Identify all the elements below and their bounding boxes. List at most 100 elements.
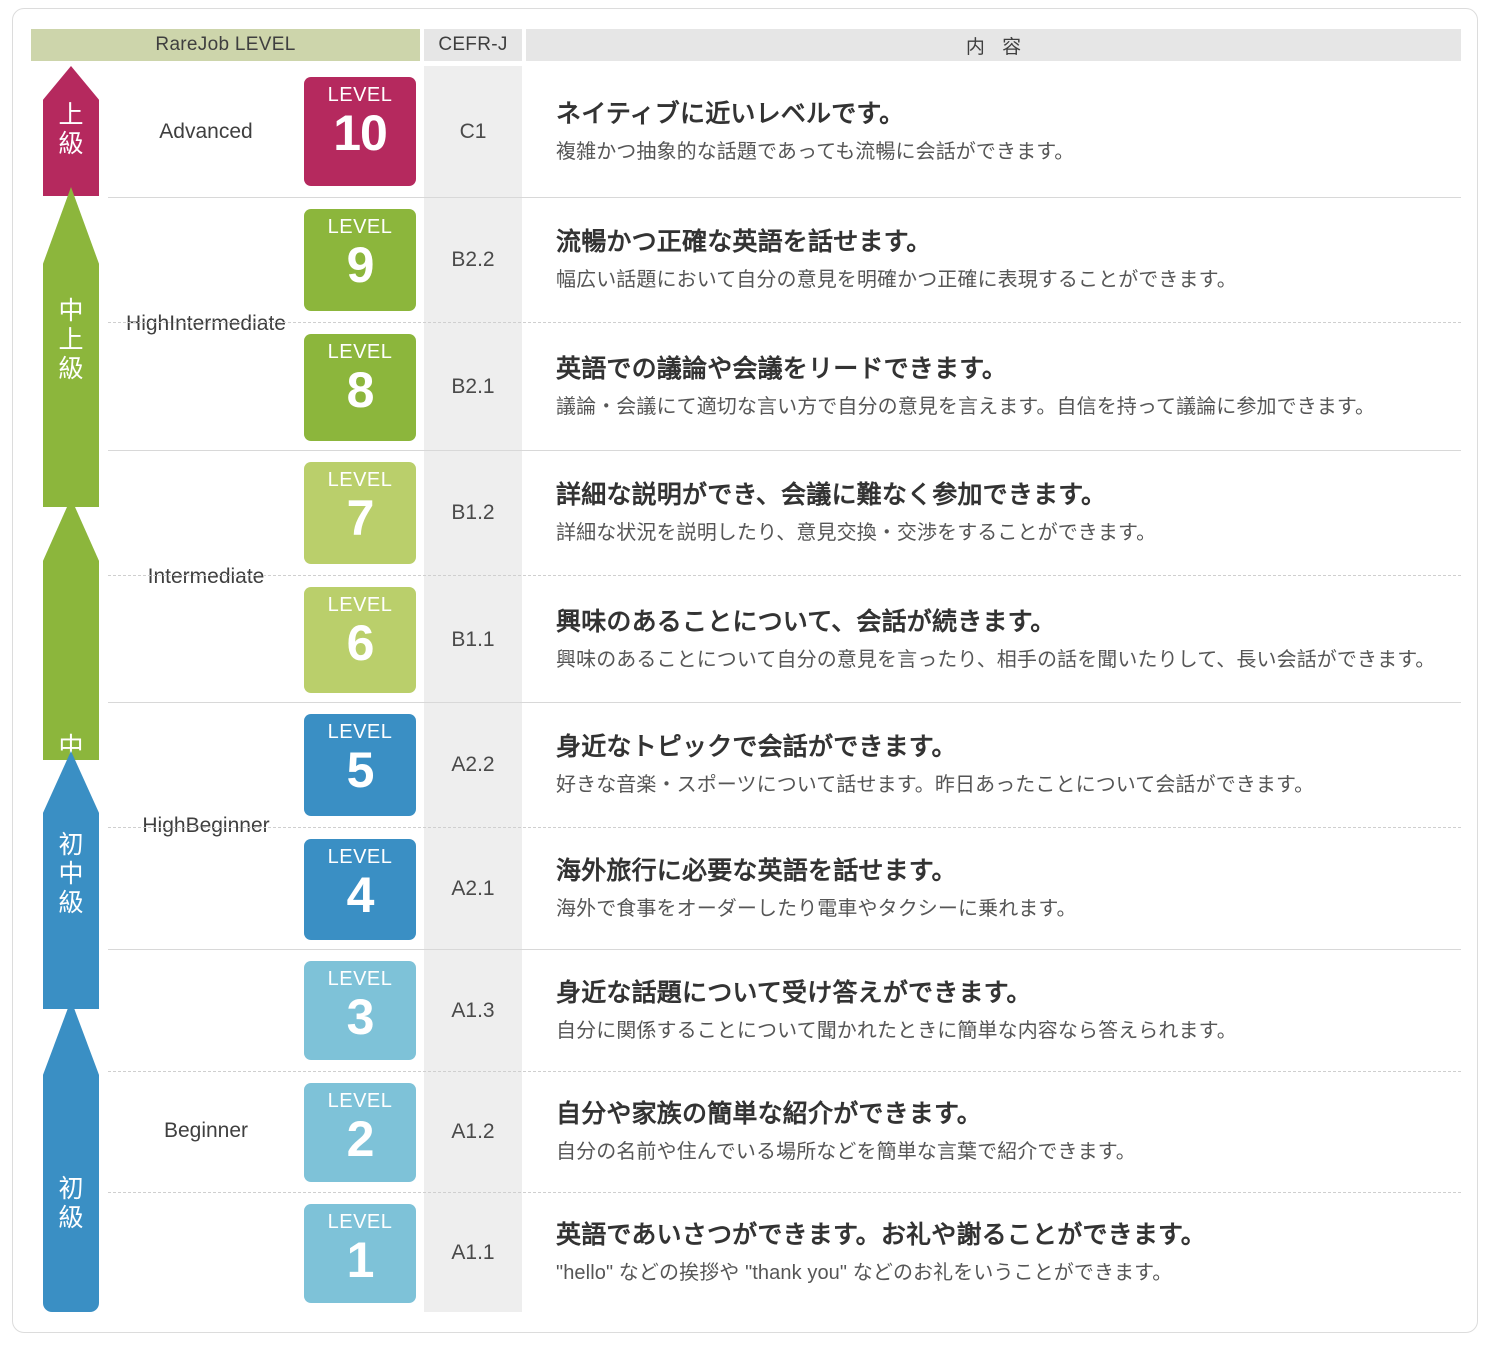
content-cell: 英語での議論や会議をリードできます。議論・会議にて適切な言い方で自分の意見を言え… [526, 323, 1461, 451]
rail-segment-intermediate: 中級 [43, 498, 99, 790]
table-row: LEVEL 1 A1.1 英語であいさつができます。お礼や謝ることができます。 "hel… [108, 1192, 1461, 1313]
table-header-row: RareJob LEVEL CEFR-J 内 容 [13, 9, 1477, 67]
table-row: LEVEL 6 B1.1 興味のあることについて、会話が続きます。 興味のあることについ… [108, 575, 1461, 703]
column-header-cefr-j: CEFR-J [424, 29, 522, 61]
table-row: LEVEL 7 B1.2 詳細な説明ができ、会議に難なく参加できます。詳細な状況を説明… [108, 451, 1461, 575]
content-cell: 英語であいさつができます。お礼や謝ることができます。 "hello" などの挨拶や… [526, 1193, 1461, 1313]
level-badge-word: LEVEL [327, 846, 393, 868]
level-badge-number: 10 [333, 105, 388, 161]
content-title: 自分や家族の簡単な紹介ができます。 [556, 1100, 982, 1128]
level-group-intermediate: Intermediate LEVEL 7 B1.2 詳細な説明ができ、会議に難なく参加で… [108, 450, 1461, 702]
content-description: 詳細な状況を説明したり、意見交換・交渉をすることができます。 [556, 522, 1157, 544]
level-badge-word: LEVEL [327, 968, 393, 990]
content-description: 幅広い話題において自分の意見を明確かつ正確に表現することができます。 [556, 269, 1237, 291]
content-description: 議論・会議にて適切な言い方で自分の意見を言えます。自信を持って議論に参加できます… [556, 396, 1376, 418]
level-badge-number: 5 [346, 742, 375, 798]
cefr-value: A2.1 [451, 877, 495, 900]
content-title: 流暢かつ正確な英語を話せます。 [556, 228, 932, 256]
cefr-value: B1.2 [451, 501, 495, 524]
level-badge-number: 2 [346, 1111, 375, 1167]
level-badge-number: 8 [346, 362, 375, 418]
rail-segment-beginner: 初級 [43, 1000, 99, 1312]
cefr-value: A1.3 [451, 998, 495, 1022]
content-description: 好きな音楽・スポーツについて話せます。昨日あったことについて会話ができます。 [556, 774, 1315, 796]
level-badge-7[interactable]: LEVEL 7 [304, 462, 416, 564]
level-group-advanced: Advanced LEVEL 10 C1 ネイティブに近いレベルです。 複雑かつ抽象的な話… [108, 66, 1461, 197]
level-badge-3[interactable]: LEVEL 3 [304, 961, 416, 1060]
cefr-value: B2.1 [451, 375, 495, 398]
level-badge-word: LEVEL [327, 469, 393, 491]
level-group-beginner: Beginner LEVEL 3 A1.3 身近な話題について受け答えができます。 自分に… [108, 949, 1461, 1312]
content-description: 自分に関係することについて聞かれたときに簡単な内容なら答えられます。 [556, 1019, 1237, 1042]
cefr-value: B1.1 [451, 627, 495, 651]
level-badge-6[interactable]: LEVEL 6 [304, 587, 416, 693]
content-description: 自分の名前や住んでいる場所などを簡単な言葉で紹介できます。 [556, 1141, 1136, 1163]
level-badge-4[interactable]: LEVEL 4 [304, 839, 416, 940]
level-badge-1[interactable]: LEVEL 1 [304, 1204, 416, 1303]
column-header-content: 内 容 [526, 29, 1461, 61]
content-cell: ネイティブに近いレベルです。複雑かつ抽象的な話題であっても流暢に会話ができます。 [526, 66, 1461, 197]
content-cell: 自分や家族の簡単な紹介ができます。自分の名前や住んでいる場所などを簡単な言葉で紹… [526, 1072, 1461, 1192]
level-badge-number: 6 [346, 615, 375, 671]
level-badge-word: LEVEL [327, 1090, 393, 1112]
content-cell: 海外旅行に必要な英語を話せます。 海外で食事をオーダーしたり電車やタクシーに乗れま… [526, 828, 1461, 950]
content-title: ネイティブに近いレベルです。 [556, 99, 905, 128]
content-description: 興味のあることについて自分の意見を言ったり、相手の話を聞いたりして、長い会話がで… [556, 648, 1436, 671]
content-description: 複雑かつ抽象的な話題であっても流暢に会話ができます。 [556, 140, 1075, 163]
content-title: 詳細な説明ができ、会議に難なく参加できます。 [556, 481, 1107, 509]
column-header-rarejob-level: RareJob LEVEL [31, 29, 420, 61]
level-badge-8[interactable]: LEVEL 8 [304, 334, 416, 441]
rail-segment-label: 中上級 [58, 297, 84, 383]
level-badge-word: LEVEL [327, 84, 393, 106]
cefr-value: A2.2 [451, 753, 495, 776]
level-badge-9[interactable]: LEVEL 9 [304, 209, 416, 311]
level-group-high-beginner: High Beginner LEVEL 5 A2.2 身近なトピックで会話ができます。 好き… [108, 702, 1461, 949]
level-badge-number: 4 [346, 867, 375, 923]
content-title: 身近な話題について受け答えができます。 [556, 978, 1032, 1007]
table-row: LEVEL 8 B2.1 英語での議論や会議をリードできます。議論・会議にて適切な言い… [108, 322, 1461, 451]
level-badge-word: LEVEL [327, 721, 393, 743]
level-badge-word: LEVEL [327, 1211, 393, 1233]
level-badge-number: 7 [346, 490, 375, 546]
level-badge-number: 1 [346, 1232, 375, 1288]
content-cell: 流暢かつ正確な英語を話せます。幅広い話題において自分の意見を明確かつ正確に表現す… [526, 198, 1461, 322]
cefr-value: B2.2 [451, 248, 495, 271]
table-row: LEVEL 2 A1.2 自分や家族の簡単な紹介ができます。自分の名前や住んでいる場所… [108, 1071, 1461, 1192]
table-row: LEVEL 5 A2.2 身近なトピックで会話ができます。好きな音楽・スポーツについて… [108, 703, 1461, 827]
content-title: 身近なトピックで会話ができます。 [556, 733, 957, 761]
rail-segment-high-intermediate: 中上級 [43, 187, 99, 507]
cefr-value: C1 [459, 119, 487, 143]
proficiency-arrow-rail: 上級中上級中級初中級初級 [43, 66, 99, 1312]
table-row: LEVEL 3 A1.3 身近な話題について受け答えができます。自分に関係することにつ… [108, 950, 1461, 1071]
table-row: LEVEL 10 C1 ネイティブに近いレベルです。複雑かつ抽象的な話題であっても流暢… [108, 66, 1461, 197]
rail-segment-label: 初級 [58, 1175, 84, 1232]
level-badge-number: 3 [346, 989, 375, 1045]
rail-segment-label: 上級 [58, 101, 84, 158]
level-table-body: Advanced LEVEL 10 C1 ネイティブに近いレベルです。 複雑かつ抽象的な話… [108, 66, 1461, 1312]
level-badge-2[interactable]: LEVEL 2 [304, 1083, 416, 1182]
cefr-value: A1.1 [451, 1241, 495, 1264]
table-row: LEVEL 4 A2.1 海外旅行に必要な英語を話せます。 海外で食事をオーダーしたり電… [108, 827, 1461, 950]
content-cell: 身近なトピックで会話ができます。好きな音楽・スポーツについて話せます。昨日あった… [526, 703, 1461, 827]
content-cell: 詳細な説明ができ、会議に難なく参加できます。詳細な状況を説明したり、意見交換・交… [526, 451, 1461, 575]
rarejob-level-chart: RareJob LEVEL CEFR-J 内 容 上級中上級中級初中級初級 Ad… [12, 8, 1478, 1333]
content-title: 興味のあることについて、会話が続きます。 [556, 607, 1056, 636]
level-badge-10[interactable]: LEVEL 10 [304, 77, 416, 186]
table-row: LEVEL 9 B2.2 流暢かつ正確な英語を話せます。幅広い話題において自分の意見を… [108, 198, 1461, 322]
level-group-high-intermediate: High Intermediate LEVEL 9 B2.2 流暢かつ正確な英語を話せます… [108, 197, 1461, 450]
rail-segment-label: 初中級 [58, 831, 84, 917]
level-badge-word: LEVEL [327, 216, 393, 238]
level-badge-word: LEVEL [327, 341, 393, 363]
level-badge-word: LEVEL [327, 594, 393, 616]
content-description: 海外で食事をオーダーしたり電車やタクシーに乗れます。 [556, 898, 1077, 920]
rail-segment-high-beginner: 初中級 [43, 751, 99, 1009]
content-description: "hello" などの挨拶や "thank you" などのお礼をいうことができ… [556, 1262, 1173, 1284]
chevron-up-icon [43, 498, 99, 760]
content-title: 英語での議論や会議をリードできます。 [556, 355, 1008, 383]
level-badge-5[interactable]: LEVEL 5 [304, 714, 416, 816]
chevron-up-icon [43, 1000, 99, 1312]
content-cell: 身近な話題について受け答えができます。自分に関係することについて聞かれたときに簡… [526, 950, 1461, 1071]
content-cell: 興味のあることについて、会話が続きます。興味のあることについて自分の意見を言った… [526, 576, 1461, 703]
cefr-value: A1.2 [451, 1120, 495, 1143]
content-title: 英語であいさつができます。お礼や謝ることができます。 [556, 1221, 1206, 1249]
